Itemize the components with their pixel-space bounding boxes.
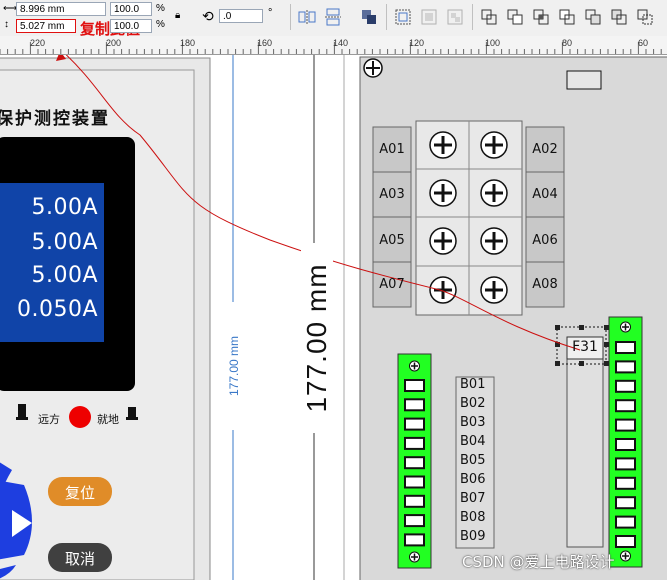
lcd-line-2: 5.00A (31, 230, 98, 255)
scale-x-field[interactable]: 100.0 (110, 2, 152, 16)
terminal-label: A07 (379, 277, 405, 292)
group-icon[interactable] (394, 8, 412, 26)
terminal-label: A08 (532, 277, 558, 292)
object-height-field[interactable]: 5.027 mm (16, 19, 76, 33)
trim-icon[interactable] (506, 8, 524, 26)
dimension-label-large: 177.00 mm (301, 243, 333, 433)
mirror-vertical-icon[interactable] (324, 8, 342, 26)
weld-icon[interactable] (480, 8, 498, 26)
drawing-canvas[interactable]: 保护测控装置 5.00A 5.00A 5.00A 0.050A 远方 就地 复位… (0, 55, 667, 580)
selected-component-label[interactable]: F31 (569, 339, 601, 355)
scale-y-percent: % (156, 19, 165, 30)
arrange-order-icon[interactable] (360, 8, 378, 26)
terminal-label: A04 (532, 187, 558, 202)
ruler-label: 100 (485, 38, 501, 48)
panel-slot (566, 70, 602, 90)
back-minus-front-icon[interactable] (610, 8, 628, 26)
ruler-label: 180 (180, 38, 196, 48)
rotate-icon: ⟲ (202, 8, 214, 24)
remote-indicator-icon (18, 404, 26, 419)
simplify-icon[interactable] (558, 8, 576, 26)
terminal-label: A06 (532, 233, 558, 248)
terminal-label: B07 (460, 491, 486, 506)
property-bar: ⟷ 8.996 mm ↕ 5.027 mm 复制此值 100.0 100.0 %… (0, 0, 667, 38)
scale-x-percent: % (156, 3, 165, 14)
front-minus-back-icon[interactable] (584, 8, 602, 26)
ruler-label: 200 (106, 38, 122, 48)
terminal-label: B01 (460, 377, 486, 392)
local-label: 就地 (97, 414, 119, 426)
ungroup-all-icon[interactable] (446, 8, 464, 26)
ungroup-icon[interactable] (420, 8, 438, 26)
terminal-label: B08 (460, 510, 486, 525)
terminal-label: A03 (379, 187, 405, 202)
device-title: 保护测控装置 (0, 109, 110, 129)
ruler-label: 60 (638, 38, 649, 48)
terminal-label: B05 (460, 453, 486, 468)
terminal-label: B03 (460, 415, 486, 430)
lcd-line-3: 5.00A (31, 263, 98, 288)
ruler-label: 160 (257, 38, 273, 48)
terminal-label: B04 (460, 434, 486, 449)
lock-ratio-icon[interactable]: 🔒︎ (175, 10, 180, 21)
mirror-horizontal-icon[interactable] (298, 8, 316, 26)
lcd-line-1: 5.00A (31, 195, 98, 220)
dimension-label-small: 177.00 mm (227, 302, 241, 430)
selected-component-body[interactable] (566, 348, 604, 548)
terminal-label: A02 (532, 142, 558, 157)
ruler-label: 140 (333, 38, 349, 48)
object-width-field[interactable]: 8.996 mm (16, 2, 106, 16)
ruler-label: 120 (409, 38, 425, 48)
selector-knob[interactable] (69, 406, 91, 428)
degree-symbol: ° (268, 7, 273, 19)
lcd-line-4: 0.050A (16, 297, 98, 322)
boundary-icon[interactable] (636, 8, 654, 26)
rotation-field[interactable]: .0 (219, 9, 263, 23)
terminal-label: A01 (379, 142, 405, 157)
horizontal-ruler[interactable]: 220 200 180 160 140 120 100 80 60 (0, 36, 667, 55)
terminal-label: B06 (460, 472, 486, 487)
remote-label: 远方 (38, 414, 60, 426)
height-icon: ↕ (4, 19, 9, 30)
terminal-label: B09 (460, 529, 486, 544)
terminal-label: B02 (460, 396, 486, 411)
ruler-label: 80 (562, 38, 573, 48)
terminal-label: A05 (379, 233, 405, 248)
cancel-button[interactable]: 取消 (48, 548, 112, 569)
intersect-icon[interactable] (532, 8, 550, 26)
ruler-label: 220 (30, 38, 46, 48)
scale-y-field[interactable]: 100.0 (110, 19, 152, 33)
watermark: CSDN @爱上电路设计 (462, 553, 615, 571)
reset-button[interactable]: 复位 (48, 482, 112, 503)
